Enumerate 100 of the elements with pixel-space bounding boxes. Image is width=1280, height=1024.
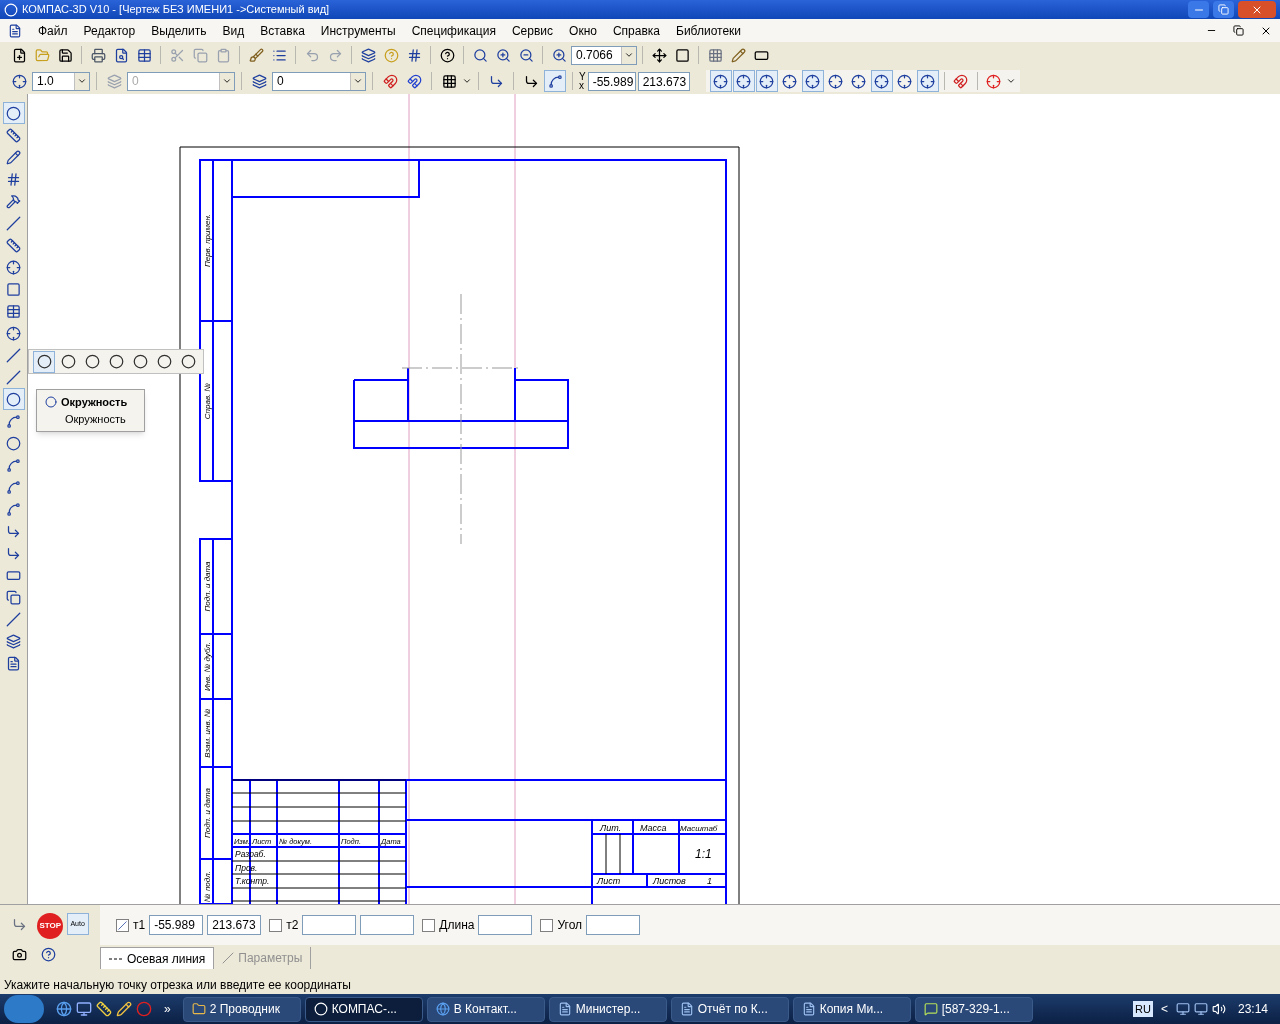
circle-tool-button[interactable]	[33, 350, 55, 373]
snap-button[interactable]	[916, 70, 939, 92]
snap-button[interactable]	[870, 70, 893, 92]
snap-button[interactable]	[755, 70, 778, 92]
more-button[interactable]: »	[164, 1000, 171, 1018]
taskbar-button[interactable]: В Контакт...	[426, 996, 545, 1022]
value-field[interactable]	[586, 915, 641, 935]
fit-icon	[674, 47, 690, 63]
menu-item[interactable]: Спецификация	[411, 21, 496, 40]
checkbox[interactable]	[422, 918, 436, 932]
taskbar-button[interactable]: Министер...	[548, 996, 667, 1022]
taskbar-button[interactable]: Отчёт по К...	[670, 996, 789, 1022]
tool-button[interactable]	[2, 102, 25, 124]
checkbox[interactable]	[116, 918, 129, 932]
taskbar-button[interactable]: [587-329-1...	[914, 996, 1033, 1022]
checkbox[interactable]	[540, 918, 554, 932]
circle-icon	[84, 354, 100, 369]
volume-icon	[1211, 1002, 1226, 1016]
help-icon	[40, 946, 56, 962]
tool-button[interactable]	[2, 388, 25, 410]
side-label: Подп. и дата	[203, 787, 212, 839]
checkbox[interactable]	[269, 918, 283, 932]
media-icon[interactable]	[76, 1001, 92, 1017]
point-icon	[6, 325, 21, 341]
parametric-icon	[547, 73, 563, 89]
caret-icon[interactable]	[1005, 76, 1016, 86]
symbol-icon	[6, 149, 21, 165]
snap-button[interactable]	[801, 70, 824, 92]
zoom-combo[interactable]: 0.7066	[571, 45, 637, 65]
side-label: № подл.	[203, 871, 212, 902]
y-coordinate-field[interactable]: -55.989	[587, 71, 636, 91]
menu-item[interactable]: Редактор	[83, 21, 136, 40]
snap-icon	[897, 73, 913, 89]
minimize-button[interactable]	[1188, 1, 1209, 18]
value-field[interactable]	[360, 915, 415, 935]
scale-value: 1:1	[695, 847, 712, 861]
menu-item[interactable]: Файл	[38, 21, 68, 40]
app-logo-icon	[4, 2, 18, 17]
snap-icon	[805, 73, 821, 89]
snap-icon	[736, 73, 752, 89]
circle-icon	[132, 354, 148, 369]
value-field[interactable]: 213.673	[207, 915, 262, 935]
dimension-icon	[6, 127, 21, 143]
taskbar-button[interactable]: 2 Проводник	[182, 996, 301, 1022]
side-label: Инв. № дубл.	[203, 641, 212, 692]
snap-icon	[713, 73, 729, 89]
enter-icon	[11, 916, 27, 932]
menu-item[interactable]: Инструменты	[320, 21, 396, 40]
zoom-out-icon	[518, 47, 534, 63]
help-icon	[439, 47, 455, 63]
caret-icon	[624, 50, 634, 60]
value-field[interactable]	[478, 915, 533, 935]
menu-item[interactable]: Справка	[612, 21, 660, 40]
camera-icon	[11, 946, 27, 962]
tray-expand[interactable]: <	[1160, 1000, 1168, 1018]
window-title: КОМПАС-3D V10 - [Чертеж БЕЗ ИМЕНИ1 ->Системный вид]	[22, 2, 331, 18]
browser-icon	[435, 1002, 450, 1016]
restore-icon[interactable]	[1233, 25, 1244, 36]
snap-button[interactable]	[709, 70, 732, 92]
stop-button[interactable]: STOP	[37, 913, 64, 939]
value-field[interactable]: -55.989	[149, 915, 204, 935]
maximize-button[interactable]	[1213, 1, 1234, 18]
x-coordinate-field[interactable]: 213.673	[637, 71, 690, 91]
menu-item[interactable]: Вид	[222, 21, 245, 40]
start-button[interactable]	[4, 995, 44, 1023]
tool-icon[interactable]	[116, 1001, 132, 1017]
document-icon	[8, 23, 22, 38]
circle-icon	[45, 396, 57, 409]
snap-button[interactable]	[732, 70, 755, 92]
caret-icon[interactable]	[462, 76, 472, 86]
panel-tab[interactable]: Осевая линия	[100, 947, 215, 969]
step-combo[interactable]: 1.0	[32, 71, 90, 91]
taskbar-button[interactable]: Копия Ми...	[792, 996, 911, 1022]
field-label: Длина	[439, 917, 475, 934]
field-label: Листов	[653, 876, 686, 886]
document-icon	[679, 1002, 694, 1016]
folder-icon	[191, 1002, 206, 1016]
tooltip-title: Окружность	[61, 395, 128, 410]
arc-icon	[6, 413, 21, 429]
param-button[interactable]	[544, 70, 566, 92]
menu-item[interactable]: Вставка	[260, 21, 305, 40]
browser-icon[interactable]	[56, 1001, 72, 1017]
app-icon[interactable]	[96, 1001, 112, 1017]
side-label: Взам. инв. №	[203, 708, 212, 758]
magnet-icon	[953, 73, 969, 89]
language-indicator[interactable]: RU	[1133, 1000, 1153, 1018]
cursor-step-icon	[11, 73, 27, 89]
circle-icon	[36, 354, 52, 369]
value-field[interactable]	[302, 915, 357, 935]
sheets-count: 1	[707, 876, 712, 886]
magnet-icon	[382, 73, 398, 89]
segment-icon	[6, 347, 21, 363]
layer-combo[interactable]: 0	[272, 71, 366, 91]
network-icon	[1193, 1002, 1208, 1016]
menu-item[interactable]: Выделить	[151, 21, 207, 40]
menu-item[interactable]: Сервис	[511, 21, 554, 40]
axis-label: Y x	[579, 72, 586, 90]
menu-item[interactable]: Окно	[569, 21, 597, 40]
taskbar-button[interactable]: КОМПАС-...	[304, 996, 423, 1022]
menu-item[interactable]: Библиотеки	[676, 21, 742, 40]
